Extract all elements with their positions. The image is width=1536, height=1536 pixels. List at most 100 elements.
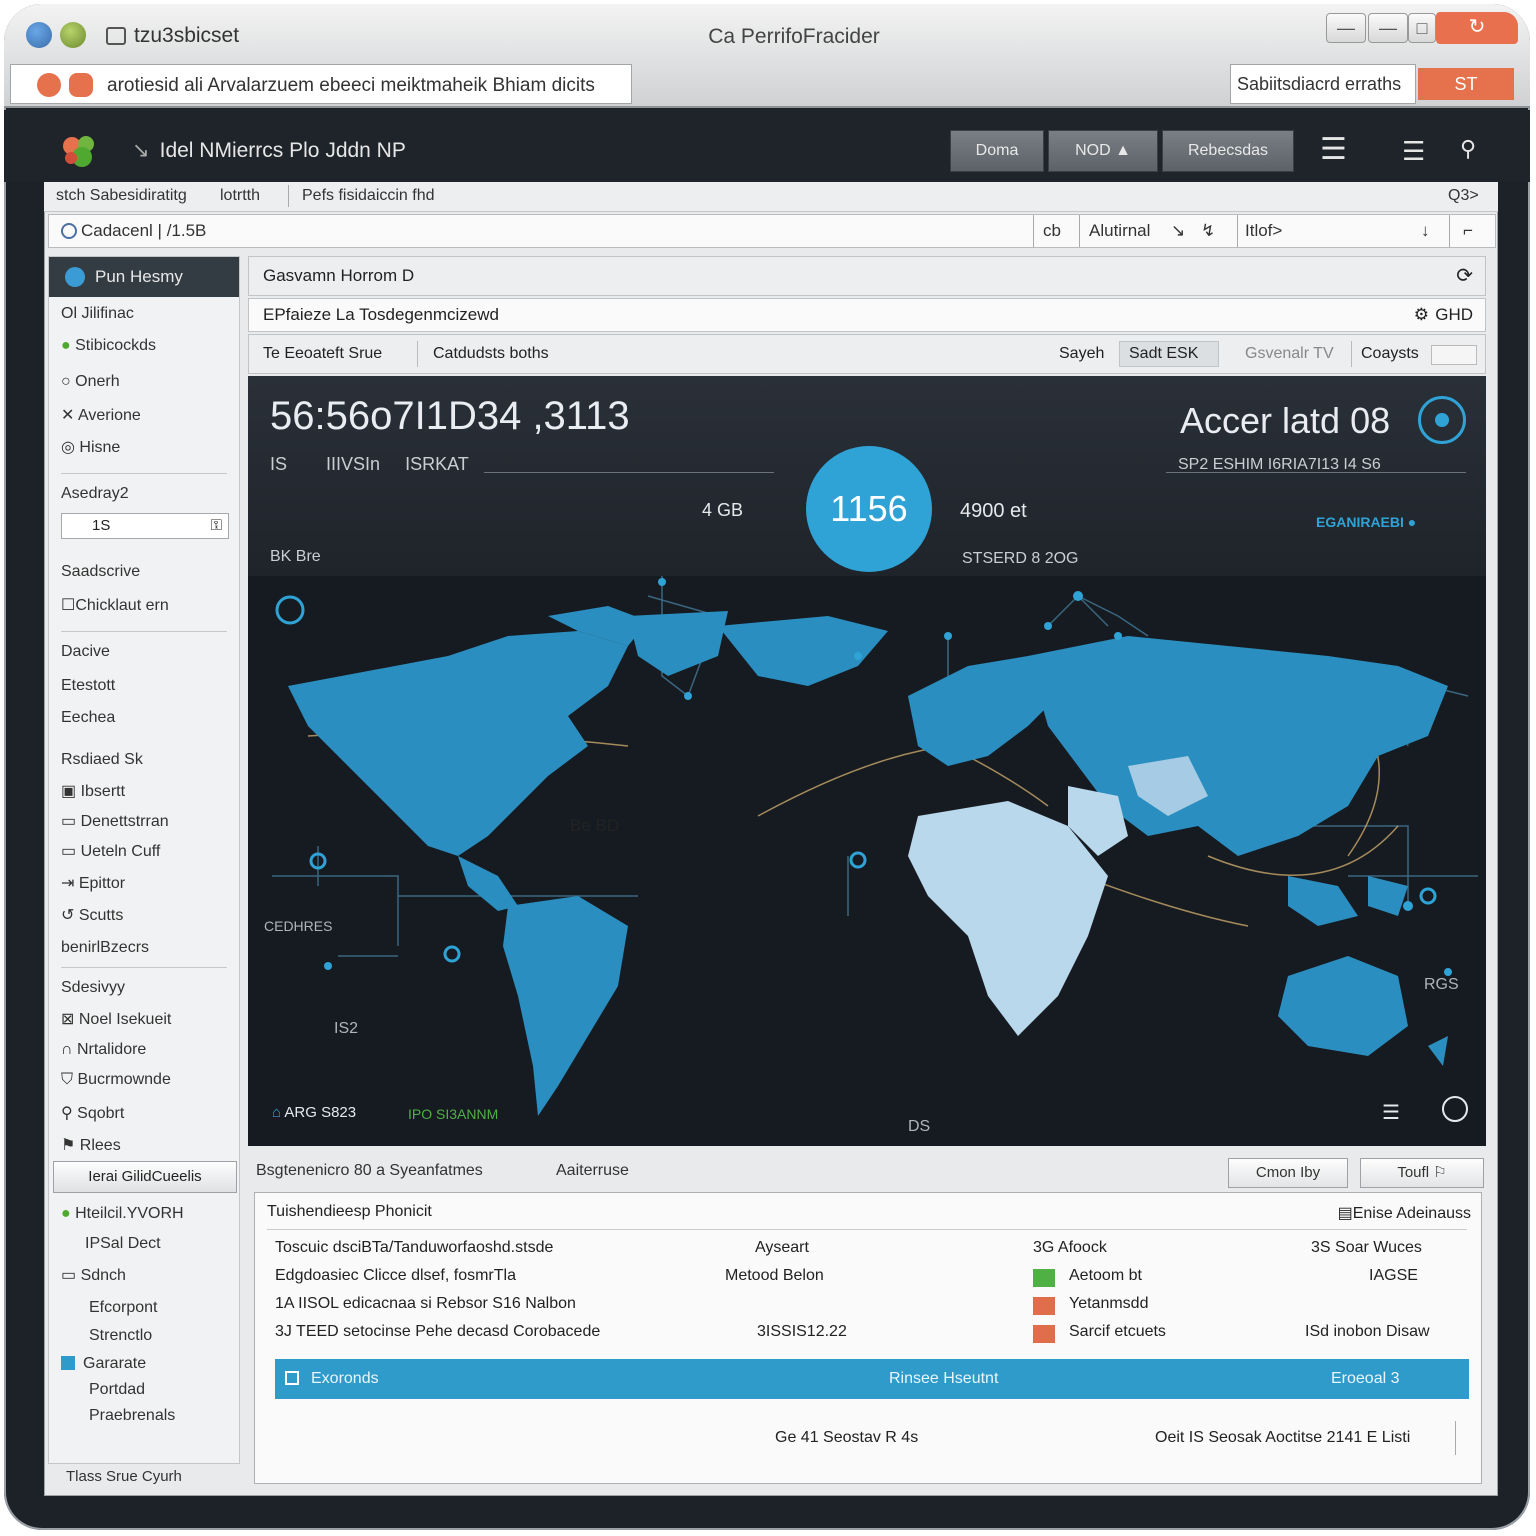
expand-icon[interactable]: ⌐: [1463, 221, 1473, 241]
tab-overview[interactable]: Te Eeoateft Srue: [263, 345, 382, 363]
sidebar-search-value: 1S: [92, 517, 111, 534]
settings-icon[interactable]: ⚙: [1414, 299, 1429, 331]
sidebar-item[interactable]: Etestott: [61, 677, 115, 695]
tab-general[interactable]: Gsvenalr TV: [1245, 345, 1334, 363]
sidebar-item[interactable]: ⚑ Rlees: [61, 1135, 121, 1155]
shield-icon: ⛉: [61, 1071, 74, 1088]
filter-value: /1.5B: [166, 221, 207, 240]
sidebar-item[interactable]: ▣ Ibsertt: [61, 781, 125, 801]
tab-sadt[interactable]: Sadt ESK: [1129, 345, 1198, 363]
home-icon: [65, 267, 85, 287]
text-field[interactable]: Itlof>: [1245, 221, 1282, 241]
sidebar-item[interactable]: Praebrenals: [89, 1407, 175, 1425]
sidebar-footer-button-label: Ierai GilidCueelis: [88, 1168, 202, 1185]
breadcrumb-item-1[interactable]: stch Sabesidiratitg: [56, 187, 187, 205]
filter-icon[interactable]: ↯: [1201, 221, 1215, 241]
restore-button[interactable]: —: [1368, 13, 1408, 43]
option-select[interactable]: Alutirnal: [1089, 221, 1150, 241]
sidebar-item[interactable]: ↺ Scutts: [61, 905, 123, 925]
sidebar-item[interactable]: ✕ Averione: [61, 405, 141, 425]
tab-toggle[interactable]: [1431, 345, 1477, 365]
metric-circle[interactable]: 1156: [806, 446, 932, 572]
app-window: tzu3sbicset Ca PerrifoFracider — — □ ↻ a…: [4, 4, 1530, 1530]
search-button[interactable]: ST: [1418, 68, 1514, 100]
sort-icon[interactable]: ↘: [1171, 221, 1185, 241]
globe-icon: ●: [61, 1205, 71, 1222]
sidebar-divider: [61, 631, 227, 632]
tab-search[interactable]: Sayeh: [1059, 345, 1104, 363]
refresh-icon[interactable]: ⟳: [1456, 257, 1473, 295]
bottom-button-1[interactable]: Cmon Iby: [1228, 1158, 1348, 1188]
sidebar-item[interactable]: ▭ Sdnch: [61, 1265, 126, 1285]
sidebar-item[interactable]: IPSal Dect: [85, 1235, 161, 1253]
bottom-button-2[interactable]: Toufl ⚐: [1360, 1158, 1484, 1188]
sidebar-item[interactable]: ▭ Denettstrran: [61, 811, 169, 831]
table-row[interactable]: 3J TEED setocinse Pehe decasd Corobacede…: [275, 1323, 1465, 1349]
search-input[interactable]: Sabiitsdiacrd erraths: [1230, 64, 1416, 104]
table-row[interactable]: Edgdoasiec Clicce dlsef, fosmrTla Metood…: [275, 1267, 1465, 1293]
table-cell: 3S Soar Wuces: [1311, 1239, 1422, 1256]
bottom-button-2-label: Toufl: [1397, 1164, 1430, 1181]
sidebar-title[interactable]: Pun Hesmy: [49, 257, 239, 297]
address-bar[interactable]: arotiesid ali Arvalarzuem ebeeci meiktma…: [10, 64, 632, 104]
sidebar-search-input[interactable]: 1S ⚿: [61, 513, 229, 539]
sidebar-item[interactable]: Strenctlo: [89, 1327, 152, 1345]
breadcrumb-item-2[interactable]: Pefs fisidaiccin fhd: [302, 187, 435, 205]
big-metric: 56:56o7I1D34 ,3113: [270, 394, 630, 438]
minimize-button[interactable]: —: [1326, 13, 1366, 43]
table-row[interactable]: 1A IISOL edicacnaa si Rebsor S16 Nalbon …: [275, 1295, 1465, 1321]
lock-icon: ⚿: [210, 517, 222, 534]
sidebar-item-label: Denettstrran: [80, 813, 169, 830]
checkbox-icon[interactable]: [285, 1371, 299, 1385]
right-link[interactable]: EGANIRAEBI ●: [1316, 514, 1416, 530]
sidebar-item[interactable]: Portdad: [89, 1381, 145, 1399]
sidebar-item[interactable]: ⊠ Noel Isekueit: [61, 1009, 171, 1029]
sidebar-item[interactable]: Gararate: [61, 1355, 146, 1373]
sidebar-item[interactable]: Eechea: [61, 709, 115, 727]
browser-orb-icon[interactable]: [60, 22, 86, 48]
sidebar-item[interactable]: ○ Onerh: [61, 373, 120, 391]
sidebar-item[interactable]: ◎ Hisne: [61, 437, 120, 457]
sidebar-item[interactable]: ∩ Nrtalidore: [61, 1041, 146, 1059]
search-icon[interactable]: ⚲: [1460, 136, 1476, 162]
tab-details[interactable]: Catdudsts boths: [433, 345, 549, 363]
hamburger-menu-icon[interactable]: ☰: [1402, 136, 1425, 167]
map-menu-icon[interactable]: ☰: [1382, 1100, 1400, 1125]
map-settings-icon[interactable]: [1442, 1096, 1468, 1122]
list-menu-icon[interactable]: ☰: [1320, 132, 1347, 167]
metric-sub-1: IS: [270, 454, 288, 474]
download-icon[interactable]: ↓: [1421, 221, 1430, 241]
filter-field[interactable]: Cadacenl | /1.5B: [61, 221, 206, 241]
stats-strip: 56:56o7I1D34 ,3113 IS IIIVSIn ISRKAT 4 G…: [248, 376, 1486, 576]
sidebar-footer-button[interactable]: Ierai GilidCueelis: [53, 1161, 237, 1193]
nav-button-nod[interactable]: NOD ▲: [1048, 130, 1158, 172]
map-home[interactable]: ⌂ ARG S823: [272, 1104, 356, 1121]
results-footer-left: Ge 41 Seostav R 4s: [775, 1429, 919, 1446]
maximize-button[interactable]: □: [1408, 13, 1436, 43]
browser-globe-icon[interactable]: [26, 22, 52, 48]
nav-button-rebecsdas[interactable]: Rebecsdas: [1162, 130, 1294, 172]
tab-coaysts[interactable]: Coaysts: [1361, 345, 1419, 363]
back-arrow-icon[interactable]: ↘: [132, 139, 150, 162]
sidebar-item[interactable]: ● Stibicockds: [61, 337, 156, 355]
filter-toolbar: Cadacenl | /1.5B cb Alutirnal ↘ ↯ Itlof>…: [48, 214, 1496, 248]
selected-row[interactable]: Exoronds Rinsee Hseutnt Eroeoal 3: [275, 1359, 1469, 1399]
sidebar-item[interactable]: ⇥ Epittor: [61, 873, 125, 893]
breadcrumb-item-1b[interactable]: lotrtth: [220, 187, 260, 205]
status-ring-icon[interactable]: [1418, 396, 1466, 444]
sidebar-item[interactable]: ⛉ Bucrmownde: [61, 1071, 171, 1089]
nav-button-doma[interactable]: Doma: [950, 130, 1044, 172]
chart-icon[interactable]: cb: [1043, 221, 1061, 241]
sidebar-item[interactable]: Efcorpont: [89, 1299, 157, 1317]
table-row[interactable]: Toscuic dsciBTa/Tanduworfaoshd.stsde Ays…: [275, 1239, 1465, 1265]
maximize-icon: □: [1416, 18, 1428, 38]
sidebar-item[interactable]: ● Hteilcil.YVORH: [61, 1205, 184, 1223]
sidebar-item[interactable]: ☐Chicklaut ern: [61, 595, 169, 615]
sidebar-item[interactable]: ⚲ Sqobrt: [61, 1103, 124, 1123]
close-button[interactable]: ↻: [1436, 12, 1518, 44]
sidebar-item[interactable]: Ol Jilifinac: [61, 305, 134, 323]
sidebar-item-label: Nrtalidore: [76, 1041, 147, 1058]
panel-code: GHD: [1435, 305, 1473, 324]
results-scroll-indicator[interactable]: [1455, 1421, 1456, 1455]
sidebar-item[interactable]: ▭ Ueteln Cuff: [61, 841, 160, 861]
